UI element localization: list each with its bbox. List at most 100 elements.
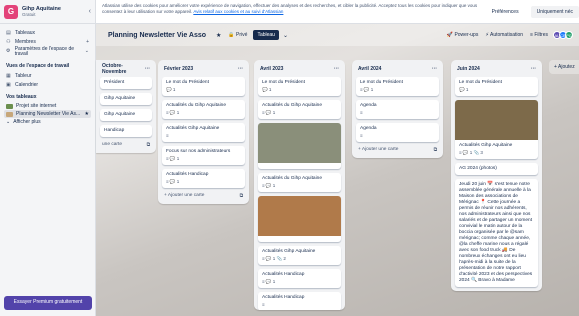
chevron-down-icon[interactable]: ⌄ <box>283 32 288 39</box>
list-title[interactable]: Juin 2024 <box>457 66 480 72</box>
cookie-text: Atlassian utilise des cookies pour améli… <box>102 3 478 14</box>
card-cover-image <box>455 100 538 140</box>
member-avatars[interactable]: AL CB PG <box>553 31 573 39</box>
list-title[interactable]: Février 2023 <box>164 66 193 72</box>
card[interactable]: Actualités du Gihp Aquitaine ≡ 💬 1 <box>162 100 245 119</box>
card[interactable]: Jeudi 20 juin 📅 s'est tenue notre assemb… <box>455 179 538 287</box>
card-title: Focus sur nos administrateurs <box>166 149 231 154</box>
avatar[interactable]: PG <box>565 31 573 39</box>
list-menu-icon[interactable]: ··· <box>238 66 243 72</box>
card[interactable]: Agenda ≡ <box>356 123 439 142</box>
cookie-preferences-button[interactable]: Préférences <box>485 6 525 18</box>
card[interactable]: Actualités Handicap ≡ 💬 1 <box>162 169 245 188</box>
card[interactable]: Actualités Gihp Aquitaine ≡ 💬 1 📎 2 <box>258 246 341 265</box>
sidebar-item-label: Tableur <box>15 72 32 79</box>
board-title[interactable]: Planning Newsletter Vie Asso <box>108 32 206 39</box>
filter-button[interactable]: ≡ Filtres <box>530 32 548 38</box>
star-icon[interactable]: ★ <box>216 32 221 39</box>
list-menu-icon[interactable]: ··· <box>145 66 150 72</box>
cookie-necessary-button[interactable]: Uniquement néc <box>530 6 579 18</box>
add-card-button[interactable]: une carte ⧉ <box>100 137 152 149</box>
list-header[interactable]: Juin 2024 ··· <box>455 64 538 73</box>
list-header[interactable]: Février 2023 ··· <box>162 64 245 73</box>
chevron-down-icon[interactable]: ⌄ <box>85 49 89 55</box>
card-title: Gihp Aquitaine <box>104 96 136 101</box>
card[interactable]: Actualités du Gihp Aquitaine ≡ 💬 1 <box>258 173 341 192</box>
star-icon[interactable]: ★ <box>85 111 89 117</box>
powerups-button[interactable]: 🚀 Power-ups <box>447 32 479 38</box>
workspace-logo: G <box>4 4 18 19</box>
card-badges: ≡ 💬 1 <box>262 183 276 188</box>
card[interactable]: Actualités du Gihp Aquitaine ≡ 💬 1 <box>258 100 341 119</box>
template-icon[interactable]: ⧉ <box>147 142 150 148</box>
card[interactable]: Actualités Handicap ≡ 💬 1 <box>258 269 341 288</box>
card-badges: ≡ 💬 1 📎 3 <box>459 150 483 155</box>
views-section-title: Vues de l'espace de travail <box>6 63 70 69</box>
card[interactable]: Le mot du Président ≡ 💬 1 <box>356 77 439 96</box>
template-icon[interactable]: ⧉ <box>240 193 243 199</box>
add-member-icon[interactable]: + <box>86 39 89 45</box>
automation-button[interactable]: ⚡ Automatisation <box>485 32 523 38</box>
show-more-button[interactable]: ⌄ Afficher plus <box>4 118 91 126</box>
card-badges: ≡ <box>360 110 363 115</box>
list-header[interactable]: Octobre-Novembre ··· <box>100 63 152 75</box>
card[interactable]: Gihp Aquitaine <box>100 109 152 121</box>
card[interactable]: AG 2024 (photos) <box>455 163 538 175</box>
list-menu-icon[interactable]: ··· <box>531 66 536 72</box>
collapse-sidebar-icon[interactable]: ‹ <box>89 8 91 15</box>
card[interactable]: Agenda ≡ <box>356 100 439 119</box>
sidebar-item-label: Paramètres de l'espace de travail <box>14 45 75 57</box>
card[interactable]: Le mot du Président 💬 1 <box>258 77 341 96</box>
list-title[interactable]: Avril 2023 <box>260 66 283 72</box>
workspace-plan: Gratuit <box>22 12 36 17</box>
list-header[interactable]: Avril 2024 ··· <box>356 64 439 73</box>
sidebar-item-table-view[interactable]: ▦ Tableur <box>4 71 91 80</box>
card[interactable]: Le mot du Président 💬 1 <box>455 77 538 96</box>
add-card-button[interactable]: + Ajouter une carte ⧉ <box>356 142 439 154</box>
card[interactable] <box>258 123 341 169</box>
privacy-button[interactable]: 🔒 Privé <box>228 32 247 38</box>
premium-trial-button[interactable]: Essayer Premium gratuitement <box>4 296 92 310</box>
card-title: Agenda <box>360 126 377 131</box>
template-icon[interactable]: ⧉ <box>434 147 437 153</box>
sidebar-item-members[interactable]: ⚇ Membres + <box>4 37 91 46</box>
card[interactable]: Focus sur nos administrateurs ≡ 💬 1 <box>162 146 245 165</box>
sidebar-board-project[interactable]: Projet site internet <box>4 102 91 110</box>
list-1: Février 2023 ··· Le mot du Président 💬 1 Act… <box>158 60 249 204</box>
view-switch-button[interactable]: Tableau <box>253 30 279 40</box>
card-badges: 💬 1 <box>262 87 272 92</box>
board-name: Projet site internet <box>16 103 57 109</box>
list-title[interactable]: Octobre-Novembre <box>102 63 145 75</box>
list-3: Avril 2024 ··· Le mot du Président ≡ 💬 1 Age… <box>352 60 443 158</box>
cookie-policy-link[interactable]: Avis relatif aux cookies et au suivi d'A… <box>193 9 283 14</box>
sidebar-item-calendar[interactable]: ▣ Calendrier <box>4 80 91 89</box>
sidebar-item-boards[interactable]: ▤ Tableaux <box>4 28 91 37</box>
sidebar-item-settings[interactable]: ⚙ Paramètres de l'espace de travail ⌄ <box>4 46 91 58</box>
workspace-header[interactable]: G Gihp Aquitaine Gratuit ‹ <box>0 0 95 24</box>
list-menu-icon[interactable]: ··· <box>334 66 339 72</box>
add-card-label: une carte <box>102 142 123 147</box>
card[interactable]: Président <box>100 77 152 89</box>
automation-label: Automatisation <box>489 32 524 38</box>
card[interactable]: Handicap <box>100 125 152 137</box>
add-list-button[interactable]: + Ajoutez <box>549 60 579 74</box>
sidebar-board-newsletter[interactable]: Planning Newsletter Vie As... ★ <box>4 110 91 118</box>
filter-label: Filtres <box>534 32 548 38</box>
card[interactable]: Actualités Handicap ≡ <box>258 292 341 310</box>
list-header[interactable]: Avril 2023 ··· <box>258 64 341 73</box>
card-title: Actualités Handicap <box>262 295 305 300</box>
add-card-button[interactable]: + Ajouter une carte ⧉ <box>162 188 245 200</box>
card-title: Handicap <box>104 128 125 133</box>
card[interactable]: Gihp Aquitaine <box>100 93 152 105</box>
board-header: Planning Newsletter Vie Asso ★ 🔒 Privé T… <box>96 24 579 46</box>
card[interactable] <box>258 196 341 242</box>
list-menu-icon[interactable]: ··· <box>432 66 437 72</box>
card[interactable]: Actualités Gihp Aquitaine ≡ 💬 1 📎 3 <box>455 100 538 159</box>
card-badges: ≡ <box>262 302 265 307</box>
list-title[interactable]: Avril 2024 <box>358 66 381 72</box>
card-title: Actualités Gihp Aquitaine <box>262 249 316 254</box>
card[interactable]: Le mot du Président 💬 1 <box>162 77 245 96</box>
card[interactable]: Actualités Gihp Aquitaine ≡ <box>162 123 245 142</box>
board-icon: ▤ <box>6 29 11 36</box>
lock-icon: 🔒 <box>228 32 235 38</box>
